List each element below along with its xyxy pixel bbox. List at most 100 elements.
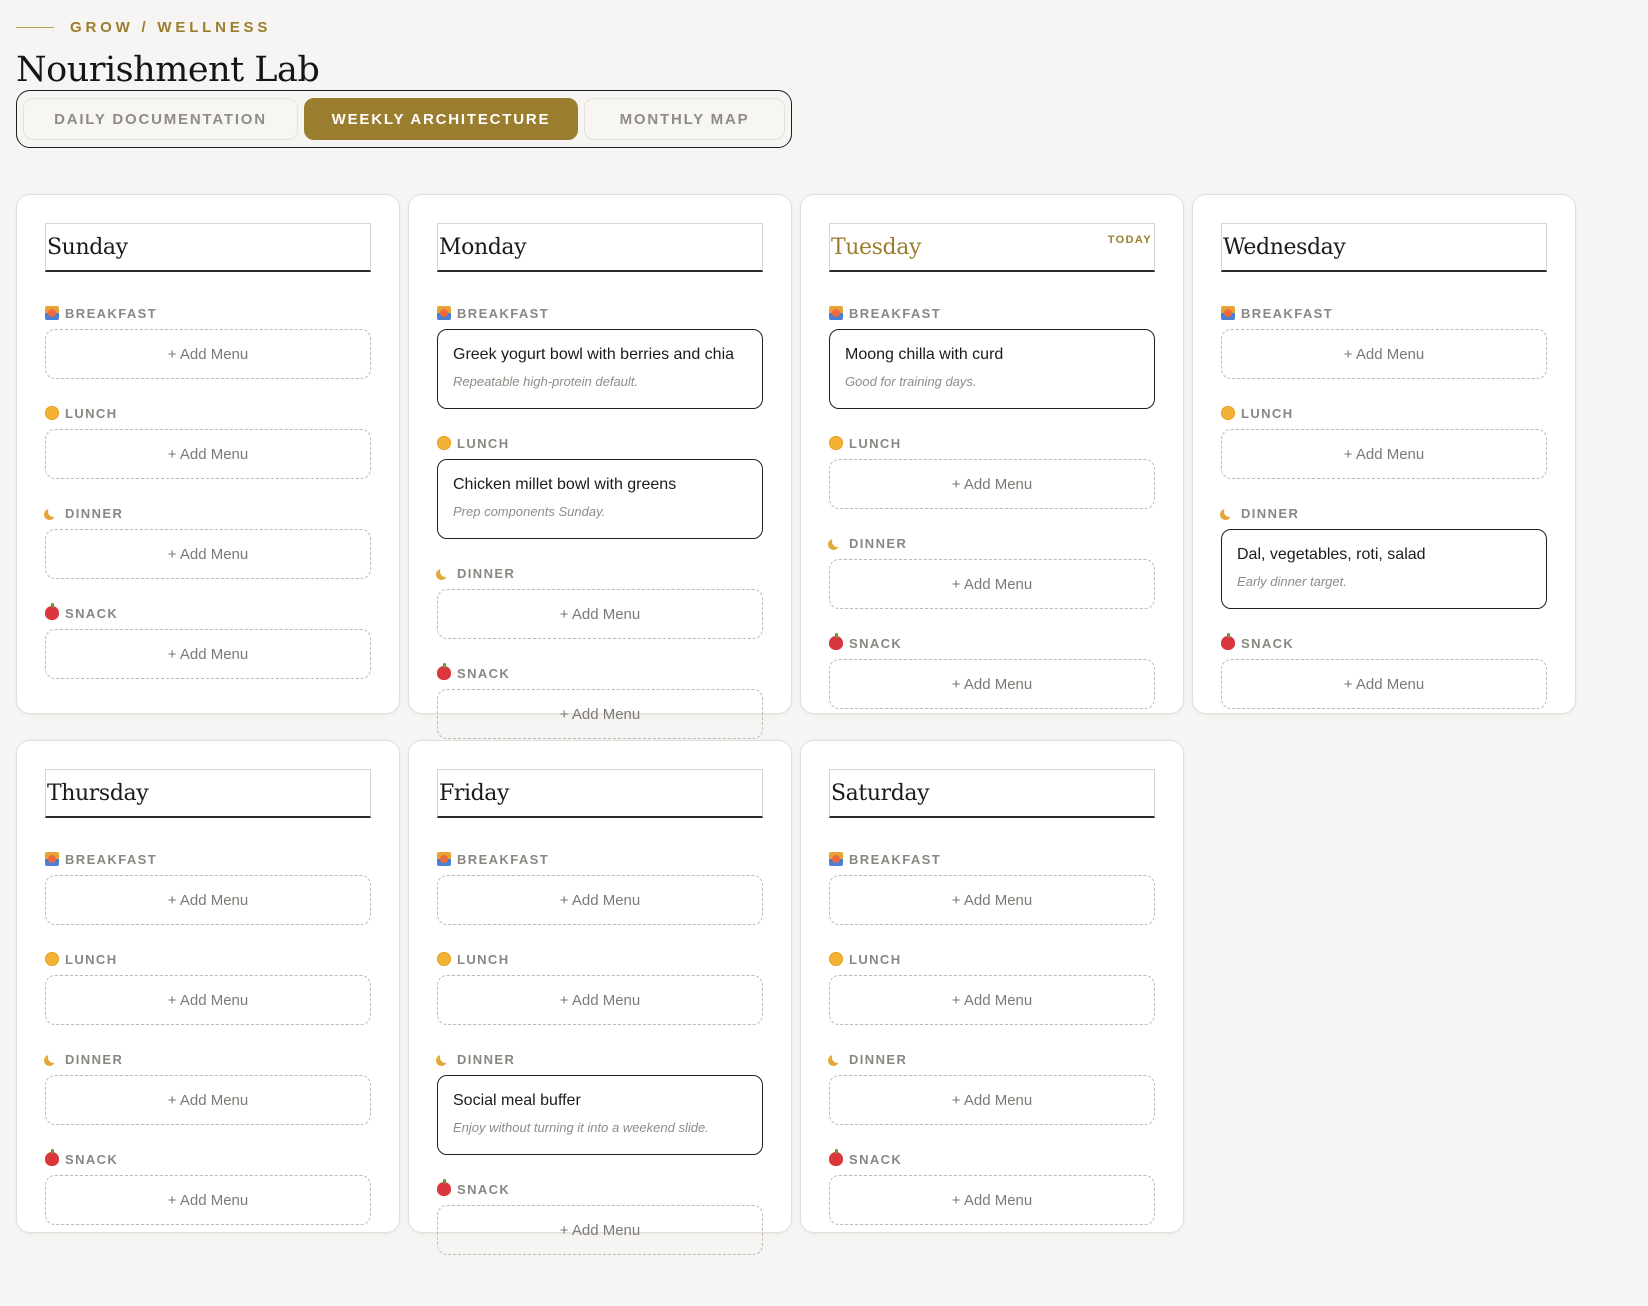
meal-list: BREAKFAST + Add Menu LUNCH + Add Menu DINNER… [1221,305,1547,735]
tab-monthly-map[interactable]: MONTHLY MAP [584,98,785,140]
meal-label-text: LUNCH [65,951,118,967]
add-menu-button[interactable]: + Add Menu [829,1175,1155,1225]
meal-label-snack: SNACK [437,663,763,681]
day-card-monday: Monday BREAKFAST Greek yogurt bowl with be… [408,194,792,739]
day-header: Saturday [829,769,1155,818]
breadcrumb-text: GROW / WELLNESS [70,18,272,36]
meal-label-text: LUNCH [65,405,118,421]
meal-label-text: DINNER [65,505,124,521]
add-menu-button[interactable]: + Add Menu [1221,659,1547,709]
meal-label-dinner: DINNER [437,565,763,581]
page-header: GROW / WELLNESS Nourishment Lab [16,12,320,90]
meal-entry-card[interactable]: Social meal buffer Enjoy without turning … [437,1075,763,1155]
add-menu-button[interactable]: + Add Menu [829,559,1155,609]
add-menu-button[interactable]: + Add Menu [829,975,1155,1025]
meal-label-text: DINNER [457,1051,516,1067]
meal-label-text: BREAKFAST [849,851,942,867]
meal-label-text: SNACK [1241,635,1295,651]
meal-entry-card[interactable]: Moong chilla with curd Good for training … [829,329,1155,409]
add-menu-button[interactable]: + Add Menu [45,975,371,1025]
day-name: Saturday [831,780,930,806]
add-menu-button[interactable]: + Add Menu [45,429,371,479]
meal-label-breakfast: BREAKFAST [829,851,1155,867]
meal-label-text: LUNCH [457,435,510,451]
apple-icon [829,633,843,650]
meal-list: BREAKFAST + Add Menu LUNCH + Add Menu DINNER… [829,851,1155,1251]
tab-weekly-architecture[interactable]: WEEKLY ARCHITECTURE [304,98,578,140]
add-menu-button[interactable]: + Add Menu [829,659,1155,709]
day-card-saturday: Saturday BREAKFAST + Add Menu LUNCH + Add Me… [800,740,1184,1233]
meal-label-text: SNACK [457,1181,511,1197]
tab-daily-documentation[interactable]: DAILY DOCUMENTATION [23,98,298,140]
day-name: Friday [439,780,510,806]
meal-label-text: BREAKFAST [457,851,550,867]
meal-label-lunch: LUNCH [1221,405,1547,421]
meal-label-snack: SNACK [1221,633,1547,651]
meal-entry-card[interactable]: Greek yogurt bowl with berries and chia R… [437,329,763,409]
add-menu-button[interactable]: + Add Menu [829,875,1155,925]
meal-label-lunch: LUNCH [45,405,371,421]
day-header: Thursday [45,769,371,818]
meal-entry-note: Repeatable high-protein default. [453,374,639,389]
meal-label-snack: SNACK [45,1149,371,1167]
meal-label-snack: SNACK [829,1149,1155,1167]
day-card-tuesday: Tuesday TODAY BREAKFAST Moong chilla with c… [800,194,1184,714]
day-card-thursday: Thursday BREAKFAST + Add Menu LUNCH + Add Me… [16,740,400,1233]
add-menu-button[interactable]: + Add Menu [45,1075,371,1125]
day-header: Wednesday [1221,223,1547,272]
sun-icon [829,952,843,966]
add-menu-button[interactable]: + Add Menu [45,1175,371,1225]
meal-label-text: BREAKFAST [849,305,942,321]
add-menu-button[interactable]: + Add Menu [437,1205,763,1255]
sunrise-icon [829,852,843,866]
meal-label-text: SNACK [849,635,903,651]
day-card-sunday: Sunday BREAKFAST + Add Menu LUNCH + Add Menu… [16,194,400,714]
day-header: Sunday [45,223,371,272]
add-menu-button[interactable]: + Add Menu [437,589,763,639]
meal-label-text: DINNER [1241,505,1300,521]
meal-label-text: BREAKFAST [1241,305,1334,321]
add-menu-button[interactable]: + Add Menu [45,529,371,579]
meal-entry-note: Good for training days. [845,374,977,389]
meal-list: BREAKFAST Moong chilla with curd Good for … [829,305,1155,735]
meal-label-lunch: LUNCH [45,951,371,967]
meal-label-text: SNACK [457,665,511,681]
meal-label-text: SNACK [65,605,119,621]
meal-entry-title: Greek yogurt bowl with berries and chia [453,346,735,363]
meal-label-breakfast: BREAKFAST [45,305,371,321]
add-menu-button[interactable]: + Add Menu [45,329,371,379]
meal-label-breakfast: BREAKFAST [1221,305,1547,321]
add-menu-button[interactable]: + Add Menu [45,875,371,925]
add-menu-button[interactable]: + Add Menu [45,629,371,679]
add-menu-button[interactable]: + Add Menu [437,875,763,925]
meal-label-text: DINNER [849,1051,908,1067]
moon-icon [832,536,843,547]
meal-entry-card[interactable]: Dal, vegetables, roti, salad Early dinner… [1221,529,1547,609]
apple-icon [437,1179,451,1196]
sun-icon [45,952,59,966]
meal-list: BREAKFAST + Add Menu LUNCH + Add Menu DINNER… [45,305,371,705]
meal-label-breakfast: BREAKFAST [437,851,763,867]
day-name: Thursday [47,780,149,806]
meal-entry-title: Dal, vegetables, roti, salad [1237,546,1426,563]
meal-label-text: BREAKFAST [457,305,550,321]
add-menu-button[interactable]: + Add Menu [437,975,763,1025]
add-menu-button[interactable]: + Add Menu [437,689,763,739]
meal-label-text: BREAKFAST [65,851,158,867]
add-menu-button[interactable]: + Add Menu [1221,329,1547,379]
sun-icon [437,952,451,966]
meal-label-breakfast: BREAKFAST [45,851,371,867]
sun-icon [829,436,843,450]
sunrise-icon [45,852,59,866]
sunrise-icon [45,306,59,320]
meal-label-text: DINNER [457,565,516,581]
moon-icon [440,1052,451,1063]
day-header: Friday [437,769,763,818]
meal-label-breakfast: BREAKFAST [437,305,763,321]
meal-entry-card[interactable]: Chicken millet bowl with greens Prep comp… [437,459,763,539]
add-menu-button[interactable]: + Add Menu [829,459,1155,509]
day-card-friday: Friday BREAKFAST + Add Menu LUNCH + Add Menu… [408,740,792,1255]
add-menu-button[interactable]: + Add Menu [829,1075,1155,1125]
meal-label-snack: SNACK [45,603,371,621]
add-menu-button[interactable]: + Add Menu [1221,429,1547,479]
